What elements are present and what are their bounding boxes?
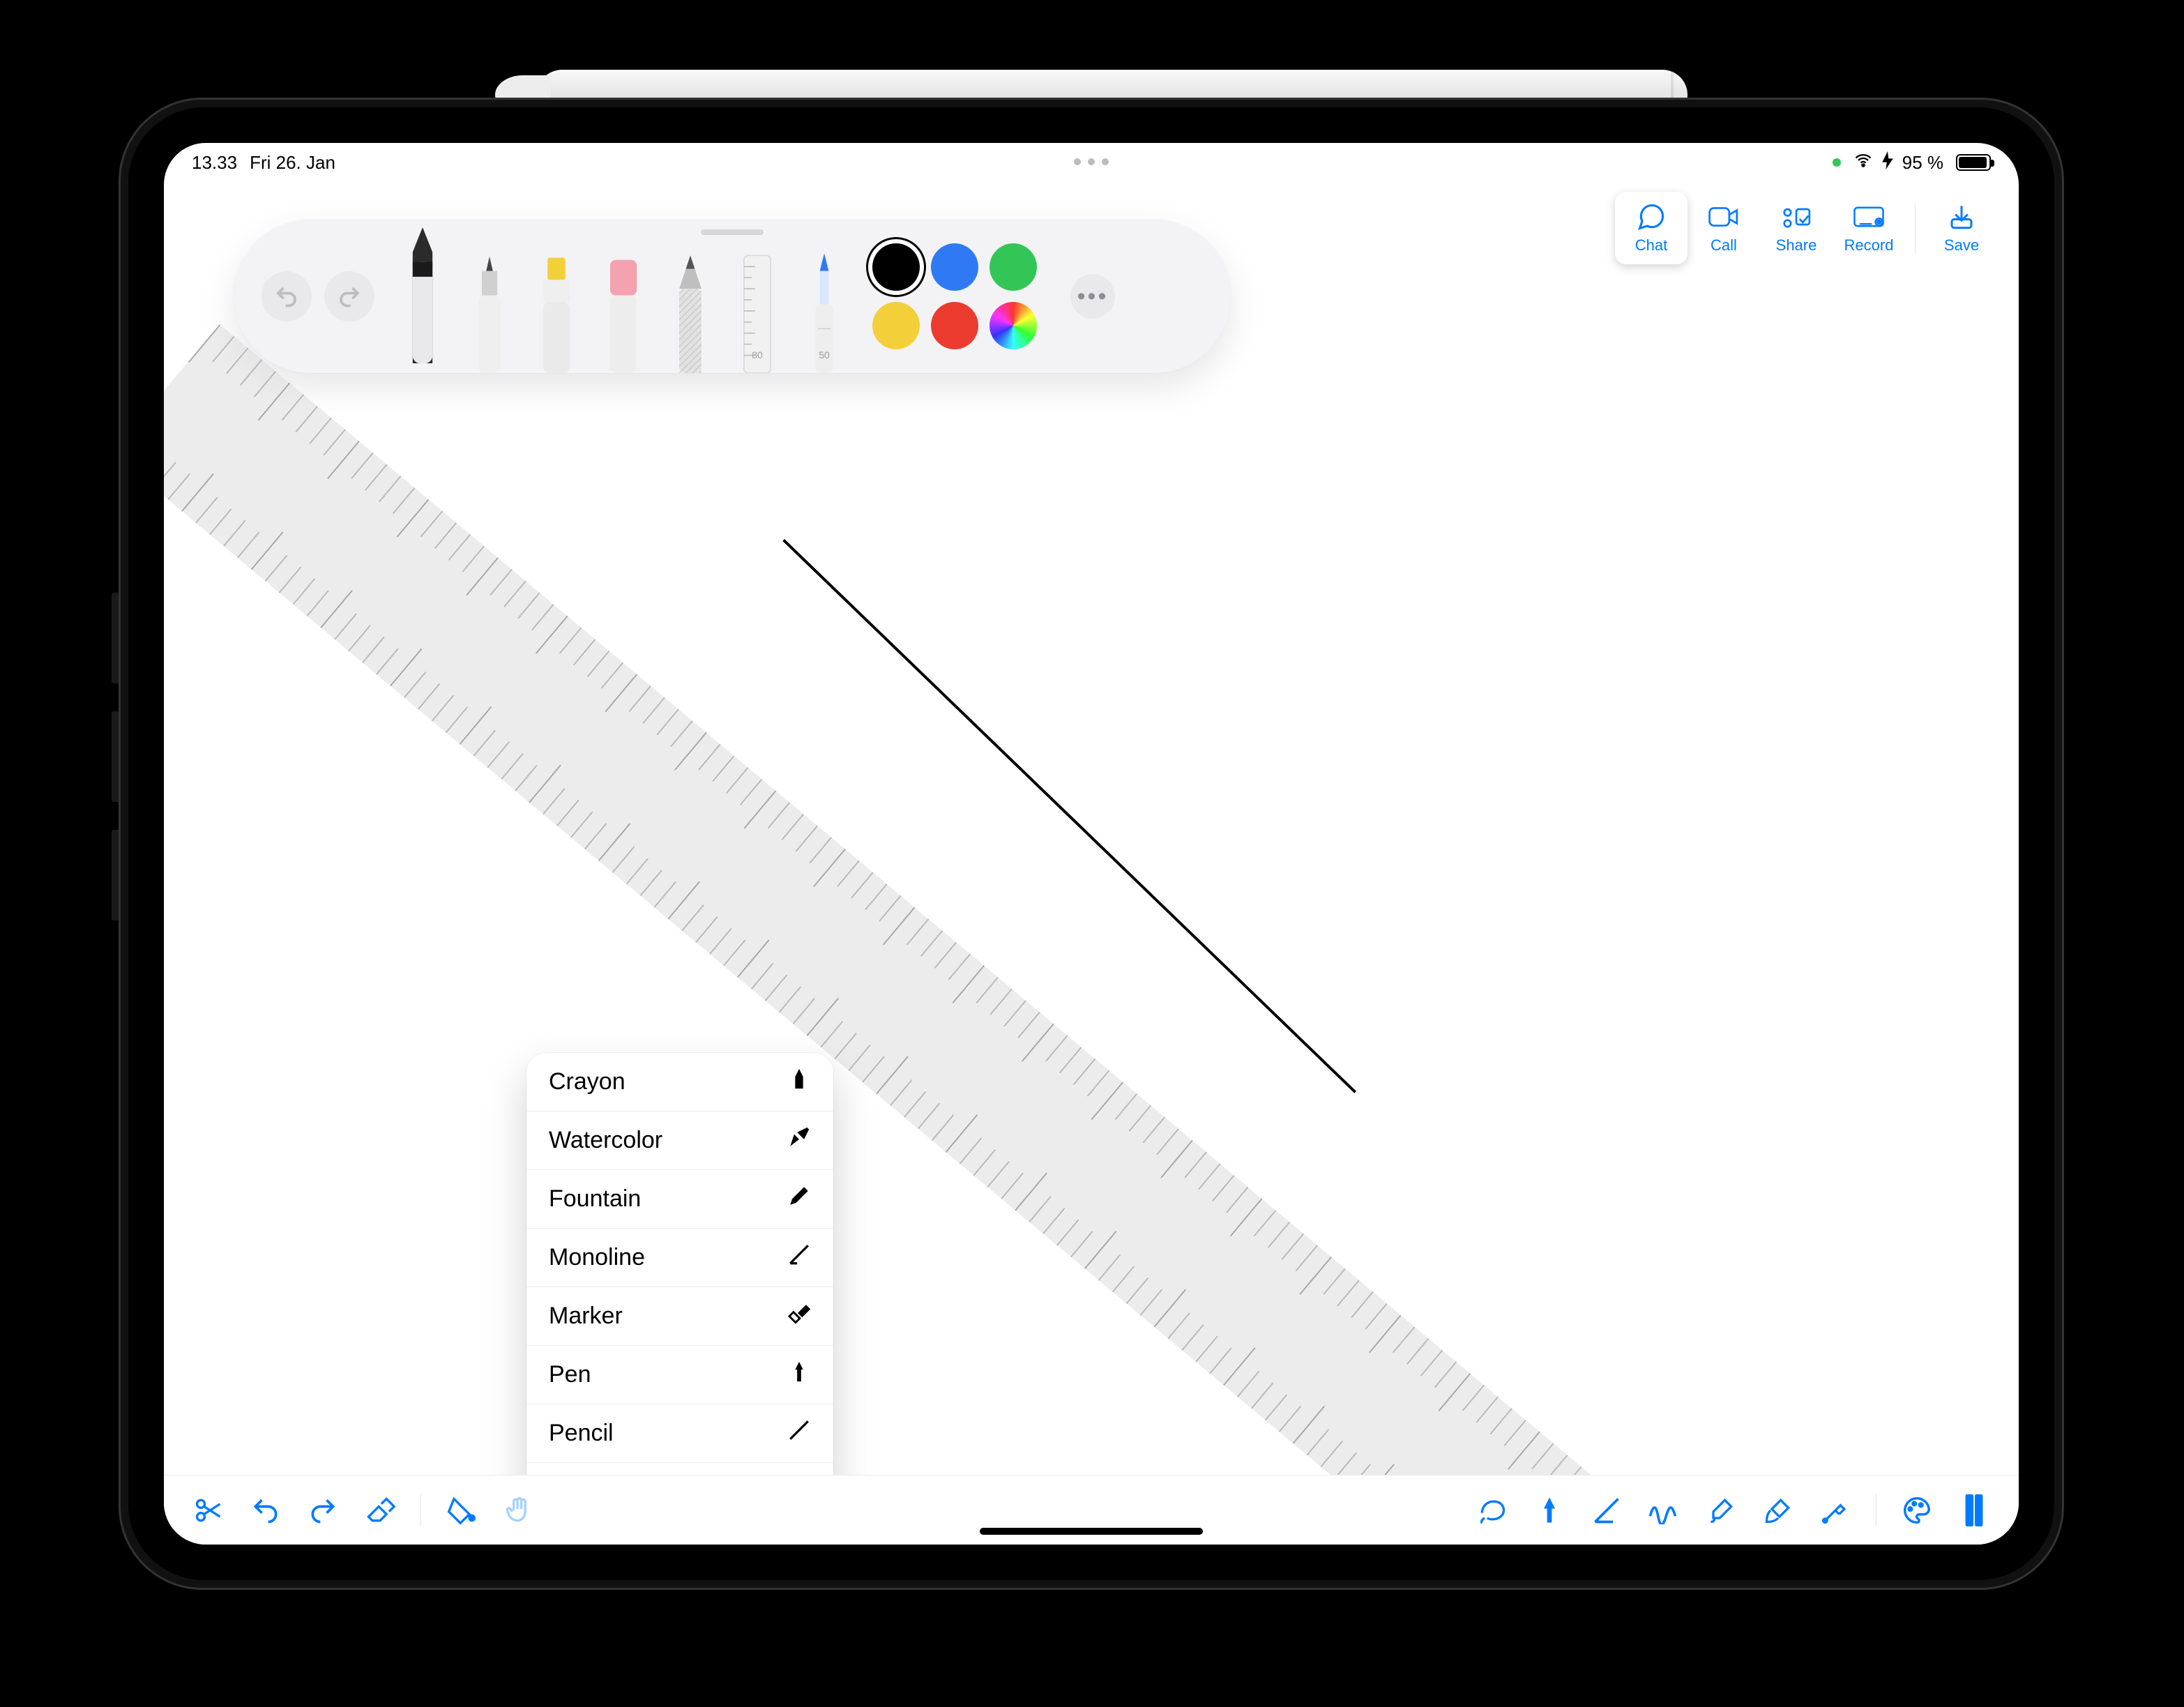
menu-item-label: Marker <box>549 1303 623 1330</box>
ipad-shell: 13.33 Fri 26. Jan 95 % <box>119 98 2064 1590</box>
tool-thinblue-label: 50 <box>819 349 830 361</box>
charging-icon <box>1881 151 1894 174</box>
tool-thinblue[interactable]: 50 <box>797 234 851 373</box>
app-actions: Chat Call Share Record <box>1615 192 1998 264</box>
undo-bottom-button[interactable] <box>249 1494 282 1527</box>
pen-icon <box>787 1360 811 1390</box>
monoline-icon <box>787 1243 811 1273</box>
marker-icon <box>787 1301 811 1331</box>
pencilkit-colors <box>872 243 1054 349</box>
ruler-bar-button[interactable] <box>1957 1494 1991 1527</box>
menu-item-watercolor[interactable]: Watercolor <box>526 1111 833 1169</box>
tool-pen[interactable] <box>395 224 450 363</box>
menu-item-marker[interactable]: Marker <box>526 1287 833 1345</box>
menu-item-pencil[interactable]: Pencil <box>526 1404 833 1462</box>
fountain-icon <box>787 1184 811 1214</box>
watercolor-icon <box>787 1125 811 1155</box>
menu-item-label: Pen <box>549 1361 591 1388</box>
status-time: 13.33 <box>192 152 237 174</box>
angle-button[interactable] <box>1590 1494 1623 1527</box>
pen-style-menu: Crayon Watercolor Fountain Monoline Mark… <box>526 1053 833 1521</box>
redo-bottom-button[interactable] <box>306 1494 340 1527</box>
menu-item-label: Pencil <box>549 1420 614 1447</box>
eyedropper-button[interactable] <box>1819 1494 1852 1527</box>
color-swatch-yellow[interactable] <box>872 302 920 349</box>
tool-ruler-label: 80 <box>752 349 763 361</box>
bottom-separator-1 <box>420 1494 421 1526</box>
tool-pencil[interactable] <box>663 234 718 373</box>
menu-item-label: Fountain <box>549 1185 641 1213</box>
color-swatch-multicolor[interactable] <box>989 302 1037 349</box>
save-button[interactable]: Save <box>1925 192 1998 264</box>
menu-item-label: Monoline <box>549 1244 645 1271</box>
eraser-bottom-button[interactable] <box>363 1494 397 1527</box>
actions-divider <box>1915 204 1916 253</box>
color-swatch-blue[interactable] <box>931 243 978 291</box>
home-indicator[interactable] <box>980 1528 1203 1535</box>
menu-item-fountain[interactable]: Fountain <box>526 1169 833 1228</box>
crayon-icon <box>787 1067 811 1097</box>
share-label: Share <box>1776 236 1817 255</box>
bottom-toolbar-right <box>1476 1494 1991 1527</box>
tool-fineliner[interactable] <box>462 234 517 373</box>
menu-item-monoline[interactable]: Monoline <box>526 1228 833 1287</box>
scribble-button[interactable] <box>1647 1494 1681 1527</box>
brush-button[interactable] <box>1704 1494 1738 1527</box>
more-button[interactable]: ••• <box>1070 274 1115 319</box>
camera-in-use-dot <box>1833 158 1841 167</box>
bottom-toolbar-left <box>192 1494 536 1527</box>
wifi-icon <box>1853 151 1873 175</box>
menu-item-label: Watercolor <box>549 1127 662 1154</box>
chat-button[interactable]: Chat <box>1615 192 1688 264</box>
lasso-right-button[interactable] <box>1476 1494 1509 1527</box>
tool-eraser[interactable] <box>596 234 651 373</box>
screen: 13.33 Fri 26. Jan 95 % <box>164 143 2019 1545</box>
battery-icon <box>1956 154 1991 171</box>
bucket-button[interactable] <box>445 1494 478 1527</box>
pen-nib-button[interactable] <box>1533 1494 1566 1527</box>
paintbrush-button[interactable] <box>1761 1494 1795 1527</box>
drawn-stroke <box>782 539 1356 1093</box>
scissors-button[interactable] <box>192 1494 225 1527</box>
call-button[interactable]: Call <box>1688 192 1760 264</box>
battery-text: 95 % <box>1902 152 1943 174</box>
menu-item-crayon[interactable]: Crayon <box>526 1053 833 1111</box>
redo-button[interactable] <box>324 271 374 321</box>
status-bar: 13.33 Fri 26. Jan 95 % <box>164 143 2019 175</box>
tool-highlighter[interactable] <box>529 234 584 373</box>
menu-item-label: Crayon <box>549 1068 625 1095</box>
pencil-icon <box>787 1418 811 1448</box>
color-swatch-green[interactable] <box>989 243 1037 291</box>
onscreen-ruler[interactable] <box>164 324 1609 1545</box>
record-label: Record <box>1844 236 1894 255</box>
record-button[interactable]: Record <box>1833 192 1905 264</box>
save-icon <box>1946 202 1977 232</box>
palette-button[interactable] <box>1900 1494 1934 1527</box>
pencilkit-tools: 80 50 <box>395 220 851 373</box>
multitasking-dots[interactable] <box>1074 158 1109 165</box>
share-button[interactable]: Share <box>1760 192 1833 264</box>
tool-ruler[interactable]: 80 <box>730 234 784 373</box>
undo-button[interactable] <box>261 271 312 321</box>
pencilkit-toolbar[interactable]: 80 50 <box>234 220 1231 373</box>
color-swatch-black[interactable] <box>872 243 920 291</box>
save-label: Save <box>1944 236 1979 255</box>
call-label: Call <box>1711 236 1737 255</box>
share-icon <box>1781 202 1812 232</box>
color-swatch-red[interactable] <box>931 302 978 349</box>
hand-button[interactable] <box>502 1494 536 1527</box>
chat-label: Chat <box>1635 236 1667 255</box>
status-date: Fri 26. Jan <box>250 152 335 174</box>
menu-item-pen[interactable]: Pen <box>526 1345 833 1404</box>
record-icon <box>1853 202 1884 232</box>
video-icon <box>1708 202 1739 232</box>
chat-icon <box>1636 202 1667 232</box>
